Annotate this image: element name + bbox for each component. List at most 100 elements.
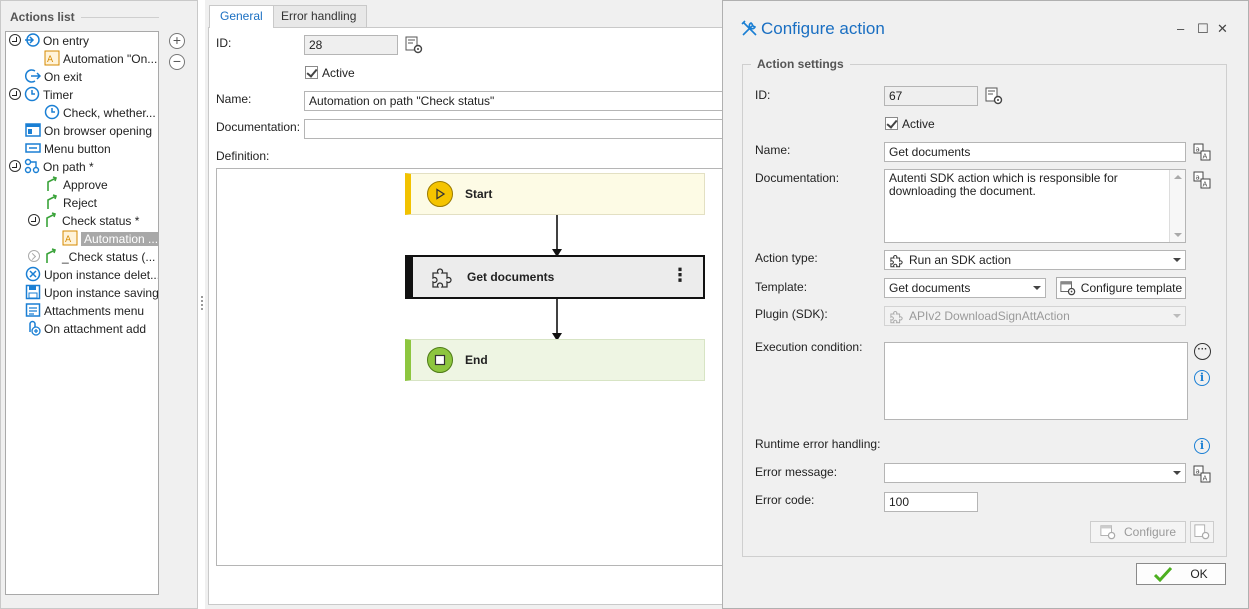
settings-icon: [1194, 524, 1210, 540]
template-select[interactable]: Get documents: [884, 278, 1046, 298]
dialog-documentation-label: Documentation:: [755, 171, 840, 185]
puzzle-icon: [429, 264, 455, 290]
tree-item-automation-selected[interactable]: A Automation ...: [62, 230, 158, 248]
close-button[interactable]: ✕: [1217, 21, 1228, 37]
error-code-label: Error code:: [755, 493, 815, 507]
node-menu-icon[interactable]: ⋮: [671, 265, 689, 286]
expander-icon[interactable]: [9, 88, 21, 100]
flow-node-end[interactable]: End: [405, 339, 705, 381]
maximize-button[interactable]: ☐: [1197, 21, 1209, 37]
dialog-title: Configure action: [761, 19, 885, 38]
dialog-active-checkbox[interactable]: [885, 117, 898, 130]
svg-text:a: a: [1196, 146, 1200, 154]
general-tab-content: ID: 28 Active Name: Automation on path "…: [208, 27, 736, 605]
tree-item-upon-instance-delete[interactable]: Upon instance delet...: [25, 266, 158, 284]
svg-text:A: A: [1203, 181, 1208, 189]
remove-action-button[interactable]: −: [169, 54, 185, 70]
puzzle-icon: [890, 311, 903, 324]
tree-item-approve[interactable]: Approve: [44, 176, 108, 194]
expander-icon[interactable]: [28, 214, 40, 226]
execution-condition-label: Execution condition:: [755, 340, 863, 354]
tree-item-upon-instance-saving[interactable]: Upon instance saving: [25, 284, 158, 302]
dialog-id-field: 67: [884, 86, 978, 106]
path-icon: [24, 158, 40, 174]
stop-icon: [427, 347, 453, 373]
svg-text:A: A: [1203, 475, 1208, 483]
id-label: ID:: [216, 36, 232, 50]
error-message-select[interactable]: [884, 463, 1186, 483]
more-options-icon[interactable]: ···: [1194, 343, 1211, 360]
documentation-scrollbar[interactable]: [1169, 170, 1185, 242]
tools-icon: [741, 20, 757, 36]
svg-text:A: A: [47, 55, 54, 65]
add-action-button[interactable]: +: [169, 33, 185, 49]
translate-icon[interactable]: aA: [1193, 143, 1211, 161]
documentation-input[interactable]: [304, 119, 734, 139]
tree-item-reject[interactable]: Reject: [44, 194, 97, 212]
info-icon[interactable]: i: [1194, 438, 1210, 454]
tree-item-check-whether[interactable]: Check, whether...: [44, 104, 156, 122]
tree-item-menu-button[interactable]: Menu button: [25, 140, 111, 158]
minimize-button[interactable]: –: [1177, 21, 1184, 36]
tree-item-timer[interactable]: Timer: [9, 86, 73, 104]
dialog-id-settings-icon[interactable]: [985, 87, 1003, 105]
tree-item-on-entry[interactable]: On entry: [9, 32, 89, 50]
flow-node-get-documents[interactable]: Get documents ⋮: [405, 255, 705, 299]
execution-condition-input[interactable]: [884, 342, 1188, 420]
translate-icon[interactable]: aA: [1193, 465, 1211, 483]
info-icon[interactable]: i: [1194, 370, 1210, 386]
dialog-name-input[interactable]: Get documents: [884, 142, 1186, 162]
expander-icon[interactable]: [28, 250, 40, 262]
action-settings-title: Action settings: [751, 57, 850, 71]
transition-icon: [47, 176, 58, 191]
automation-icon: A: [44, 50, 60, 66]
translate-icon[interactable]: aA: [1193, 171, 1211, 189]
flow-node-start[interactable]: Start: [405, 173, 705, 215]
tree-item-on-exit[interactable]: On exit: [25, 68, 82, 86]
tree-item-automation-on-entry[interactable]: A Automation "On...: [44, 50, 157, 68]
name-input[interactable]: Automation on path "Check status": [304, 91, 734, 111]
transition-icon: [46, 248, 57, 263]
splitter-handle[interactable]: [201, 296, 203, 310]
actions-tree[interactable]: On entry A Automation "On... On exit Time…: [5, 31, 159, 595]
dialog-documentation-input[interactable]: Autenti SDK action which is responsible …: [884, 169, 1186, 243]
browser-icon: [25, 123, 41, 137]
id-settings-icon[interactable]: [405, 36, 423, 54]
dialog-id-label: ID:: [755, 88, 771, 102]
tree-item-check-status-underscore[interactable]: _Check status (...: [28, 248, 155, 266]
configure-template-button[interactable]: Configure template: [1056, 277, 1186, 299]
chevron-down-icon: [1173, 471, 1181, 475]
configure-icon: [1100, 525, 1116, 540]
clock-icon: [44, 104, 60, 120]
tree-item-check-status[interactable]: Check status *: [28, 212, 139, 230]
configure-action-dialog: Configure action – ☐ ✕ Action settings I…: [722, 0, 1249, 609]
configure-settings-button: [1190, 521, 1214, 543]
chevron-down-icon: [1173, 314, 1181, 318]
svg-text:a: a: [1196, 468, 1200, 476]
flow-designer-canvas[interactable]: Start Get documents ⋮ End: [216, 168, 736, 566]
plugin-select: APIv2 DownloadSignAttAction: [884, 306, 1186, 326]
puzzle-icon: [890, 255, 903, 268]
ok-button[interactable]: OK: [1136, 563, 1226, 585]
expander-icon[interactable]: [9, 160, 21, 172]
error-code-input[interactable]: 100: [884, 492, 978, 512]
tree-item-on-attachment-add[interactable]: On attachment add: [25, 320, 146, 338]
action-type-select[interactable]: Run an SDK action: [884, 250, 1186, 270]
definition-label: Definition:: [216, 149, 270, 163]
tab-general[interactable]: General: [209, 5, 274, 28]
actions-list-panel: Actions list On entry A Automation "On...…: [0, 0, 198, 609]
tree-item-on-path[interactable]: On path *: [9, 158, 94, 176]
configure-button: Configure: [1090, 521, 1186, 543]
save-icon: [25, 284, 41, 300]
tree-item-attachments-menu[interactable]: Attachments menu: [25, 302, 144, 320]
active-checkbox[interactable]: [305, 66, 318, 79]
expander-icon[interactable]: [9, 34, 21, 46]
tab-error-handling[interactable]: Error handling: [270, 5, 368, 27]
svg-text:A: A: [1203, 153, 1208, 161]
tree-item-on-browser-opening[interactable]: On browser opening: [25, 122, 152, 140]
documentation-label: Documentation:: [216, 120, 301, 134]
transition-icon: [47, 194, 58, 209]
id-field: 28: [304, 35, 398, 55]
plugin-label: Plugin (SDK):: [755, 307, 828, 321]
exit-icon: [25, 69, 41, 83]
